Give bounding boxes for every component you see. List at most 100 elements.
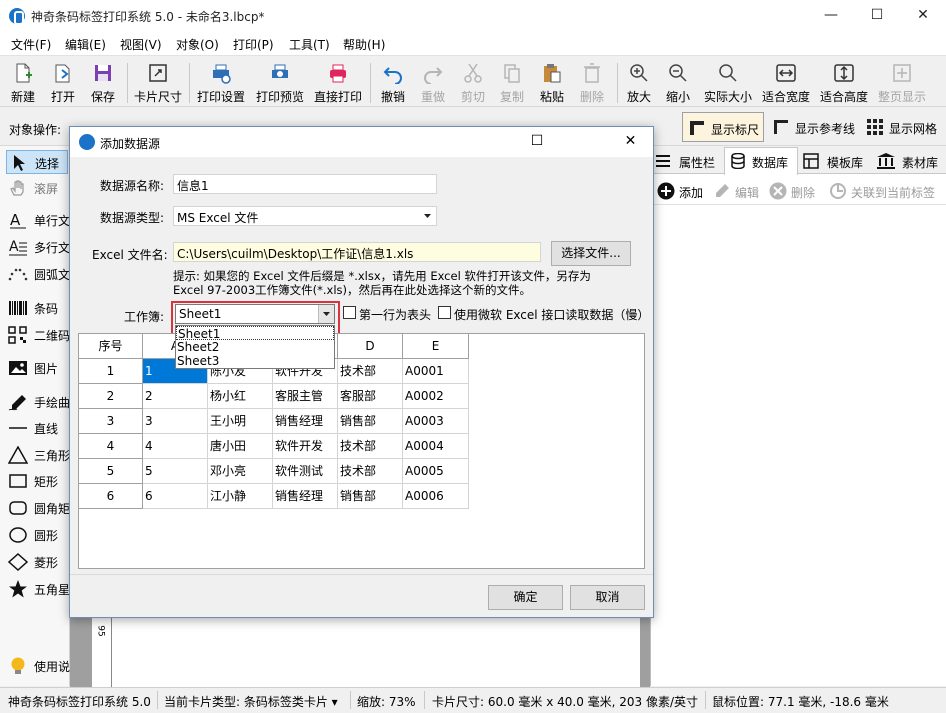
fit-width-button[interactable]: 适合宽度	[758, 59, 814, 105]
print-preview-button[interactable]: 打印预览	[253, 59, 307, 105]
delete-datasource-button[interactable]: 删除	[769, 180, 821, 202]
canvas-area[interactable]: 95	[70, 618, 650, 687]
grid-header-col[interactable]: E	[403, 334, 469, 359]
show-guides-toggle[interactable]: 显示参考线	[768, 112, 862, 142]
excel-file-input[interactable]: C:\Users\cuilm\Desktop\工作证\信息1.xls	[173, 242, 541, 262]
grid-row-header[interactable]: 3	[79, 409, 143, 434]
dialog-close-button[interactable]: ✕	[608, 127, 653, 157]
sheet-dropdown-list: Sheet1 Sheet2 Sheet3	[175, 325, 335, 369]
card-size-button[interactable]: 卡片尺寸	[131, 59, 185, 105]
sheet-select[interactable]: Sheet1	[175, 304, 335, 324]
edit-datasource-button[interactable]: 编辑	[713, 180, 765, 202]
menu-file[interactable]: 文件(F)	[11, 36, 51, 53]
link-icon	[830, 183, 846, 199]
cut-button[interactable]: 剪切	[456, 59, 490, 105]
grid-cell[interactable]: 2	[143, 384, 208, 409]
menu-object[interactable]: 对象(O)	[176, 36, 219, 53]
grid-cell[interactable]: 软件测试	[273, 459, 338, 484]
show-ruler-toggle[interactable]: 显示标尺	[682, 112, 764, 142]
add-datasource-button[interactable]: 添加	[657, 180, 709, 202]
redo-button[interactable]: 重做	[416, 59, 450, 105]
grid-cell[interactable]: 3	[143, 409, 208, 434]
tab-materials[interactable]: 素材库	[875, 149, 946, 173]
grid-header-col[interactable]: D	[338, 334, 403, 359]
preview-grid[interactable]: 序号 A B C D E 1 1 陈小友 软件开发 技术部 A0001 2 2 …	[78, 333, 645, 569]
tab-templates[interactable]: 模板库	[801, 149, 873, 173]
grid-cell[interactable]: 客服主管	[273, 384, 338, 409]
first-row-header-checkbox[interactable]	[343, 306, 356, 319]
menu-tools[interactable]: 工具(T)	[289, 36, 330, 53]
grid-cell[interactable]: 销售部	[338, 484, 403, 509]
grid-row-header[interactable]: 1	[79, 359, 143, 384]
menu-help[interactable]: 帮助(H)	[343, 36, 385, 53]
grid-cell[interactable]: 杨小红	[208, 384, 273, 409]
grid-cell[interactable]: A0004	[403, 434, 469, 459]
use-ms-interface-checkbox[interactable]	[438, 306, 451, 319]
sheet-dropdown-arrow[interactable]	[318, 305, 334, 323]
grid-cell[interactable]: A0005	[403, 459, 469, 484]
undo-button[interactable]: 撤销	[376, 59, 410, 105]
link-to-label-button[interactable]: 关联到当前标签	[829, 180, 943, 202]
grid-row-header[interactable]: 5	[79, 459, 143, 484]
datasource-type-select[interactable]: MS Excel 文件	[173, 206, 437, 226]
grid-row-header[interactable]: 2	[79, 384, 143, 409]
grid-cell[interactable]: 4	[143, 434, 208, 459]
grid-cell[interactable]: 唐小田	[208, 434, 273, 459]
label-canvas[interactable]	[112, 618, 640, 687]
choose-file-button[interactable]: 选择文件...	[551, 241, 631, 266]
grid-cell[interactable]: 5	[143, 459, 208, 484]
menu-print[interactable]: 打印(P)	[233, 36, 274, 53]
direct-print-button[interactable]: 直接打印	[311, 59, 365, 105]
status-card-type[interactable]: 当前卡片类型: 条码标签类卡片 ▾	[164, 693, 338, 710]
grid-cell[interactable]: 邓小亮	[208, 459, 273, 484]
save-button[interactable]: 保存	[86, 59, 120, 105]
paste-button[interactable]: 粘贴	[535, 59, 569, 105]
sheet-option[interactable]: Sheet3	[176, 354, 334, 368]
grid-cell[interactable]: 销售部	[338, 409, 403, 434]
multiline-text-icon: A	[9, 239, 27, 256]
actual-size-button[interactable]: 实际大小	[700, 59, 756, 105]
grid-cell[interactable]: 销售经理	[273, 409, 338, 434]
grid-cell[interactable]: 软件开发	[273, 434, 338, 459]
datasource-name-input[interactable]: 信息1	[173, 174, 437, 194]
minimize-button[interactable]: —	[808, 0, 854, 32]
show-grid-toggle[interactable]: 显示网格	[864, 112, 946, 142]
grid-cell[interactable]: 客服部	[338, 384, 403, 409]
zoom-in-button[interactable]: 放大	[622, 59, 656, 105]
delete-button[interactable]: 删除	[575, 59, 609, 105]
cancel-button[interactable]: 取消	[570, 585, 645, 610]
open-button[interactable]: 打开	[46, 59, 80, 105]
app-logo-icon	[9, 8, 25, 25]
grid-cell[interactable]: A0002	[403, 384, 469, 409]
grid-cell[interactable]: 销售经理	[273, 484, 338, 509]
maximize-button[interactable]: ☐	[854, 0, 900, 32]
close-button[interactable]: ✕	[900, 0, 946, 32]
ok-button[interactable]: 确定	[488, 585, 563, 610]
grid-cell[interactable]: 技术部	[338, 434, 403, 459]
print-settings-button[interactable]: 打印设置	[194, 59, 248, 105]
grid-cell[interactable]: 6	[143, 484, 208, 509]
menu-edit[interactable]: 编辑(E)	[65, 36, 106, 53]
tab-properties[interactable]: 属性栏	[653, 149, 723, 173]
sheet-option[interactable]: Sheet2	[176, 340, 334, 354]
sheet-option[interactable]: Sheet1	[176, 326, 334, 341]
new-button[interactable]: 新建	[6, 59, 40, 105]
grid-cell[interactable]: 江小静	[208, 484, 273, 509]
grid-row-header[interactable]: 4	[79, 434, 143, 459]
grid-cell[interactable]: 技术部	[338, 359, 403, 384]
tab-database[interactable]: 数据库	[724, 147, 798, 175]
grid-cell[interactable]: A0003	[403, 409, 469, 434]
fit-height-button[interactable]: 适合高度	[816, 59, 872, 105]
copy-button[interactable]: 复制	[495, 59, 529, 105]
grid-cell[interactable]: A0001	[403, 359, 469, 384]
full-page-button[interactable]: 整页显示	[874, 59, 930, 105]
grid-cell[interactable]: A0006	[403, 484, 469, 509]
grid-cell[interactable]: 王小明	[208, 409, 273, 434]
zoom-out-button[interactable]: 缩小	[661, 59, 695, 105]
menu-view[interactable]: 视图(V)	[120, 36, 162, 53]
grid-row-header[interactable]: 6	[79, 484, 143, 509]
triangle-icon	[8, 446, 28, 464]
dialog-maximize-button[interactable]: ☐	[514, 127, 560, 157]
grid-cell[interactable]: 技术部	[338, 459, 403, 484]
tool-select[interactable]: 选择	[6, 150, 68, 174]
